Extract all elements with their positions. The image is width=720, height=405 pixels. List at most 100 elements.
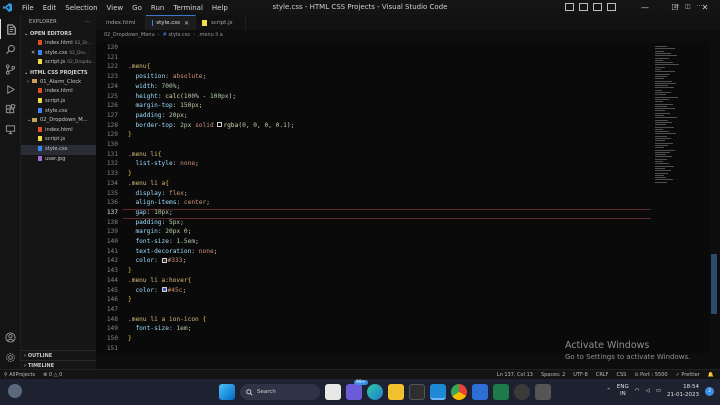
project-section[interactable]: ⌄ HTML CSS PROJECTS: [21, 68, 96, 78]
teams-chat-icon[interactable]: 99+: [346, 380, 368, 400]
tree-file[interactable]: user.jpg: [21, 155, 96, 165]
start-button-icon[interactable]: [219, 384, 235, 400]
menu-file[interactable]: File: [22, 4, 34, 12]
code-editor[interactable]: 120 121 122 .menu{123 position: absolute; 12…: [96, 42, 651, 354]
code-line[interactable]: 120: [96, 43, 651, 53]
editor-scrollbar[interactable]: [710, 42, 718, 354]
tab-style-css[interactable]: style.css ✕: [146, 15, 196, 30]
tray-chevron-icon[interactable]: ⌃: [606, 388, 611, 394]
code-line[interactable]: 126 margin-top: 150px;: [96, 101, 651, 111]
code-line[interactable]: 144 .menu li a:hover{: [96, 276, 651, 286]
code-line[interactable]: 135 display: flex;: [96, 189, 651, 199]
excel-icon[interactable]: [493, 384, 509, 400]
code-line[interactable]: 132 list-style: none;: [96, 159, 651, 169]
source-control-icon[interactable]: [0, 59, 21, 79]
code-line[interactable]: 139 margin: 20px 0;: [96, 227, 651, 237]
breadcrumb-folder[interactable]: 02_Dropdown_Menu: [104, 32, 155, 38]
task-view-icon[interactable]: [325, 384, 341, 400]
open-editor-item[interactable]: index.html 02_Dr...: [21, 39, 96, 49]
code-line[interactable]: 136 align-items: center;: [96, 198, 651, 208]
taskbar-clock[interactable]: 18:54 21-01-2023: [667, 383, 699, 399]
tree-file[interactable]: index.html: [21, 87, 96, 97]
code-line[interactable]: 121: [96, 53, 651, 63]
code-line[interactable]: 124 width: 700%;: [96, 82, 651, 92]
tab-index-html[interactable]: index.html: [96, 15, 146, 30]
chrome-icon[interactable]: [451, 384, 467, 400]
tree-file[interactable]: style.css: [21, 107, 96, 117]
menu-run[interactable]: Run: [151, 4, 164, 12]
close-editor-icon[interactable]: ✕: [31, 49, 38, 59]
code-line[interactable]: 130: [96, 140, 651, 150]
mail-icon[interactable]: [472, 384, 488, 400]
code-line[interactable]: 122 .menu{: [96, 62, 651, 72]
explorer-more-button[interactable]: ···: [85, 15, 96, 29]
remote-explorer-icon[interactable]: [0, 119, 21, 139]
menu-selection[interactable]: Selection: [65, 4, 97, 12]
pinned-app-icon[interactable]: [535, 384, 551, 400]
code-line[interactable]: 131 .menu li{: [96, 150, 651, 160]
open-editor-item[interactable]: ✕ style.css 02_Dro...: [21, 49, 96, 59]
outline-section[interactable]: › OUTLINE: [21, 350, 96, 360]
split-editor-icon[interactable]: ⇄: [674, 3, 679, 10]
minimap[interactable]: [651, 42, 709, 354]
toggle-layout-icon[interactable]: ◫: [685, 3, 691, 10]
tree-folder[interactable]: ⌄ 02_Dropdown_M...: [21, 116, 96, 126]
toggle-sidebar-icon[interactable]: [565, 3, 574, 11]
code-line[interactable]: 133}: [96, 169, 651, 179]
wifi-icon[interactable]: ◠: [635, 388, 640, 394]
tree-file[interactable]: index.html: [21, 126, 96, 136]
taskbar-search[interactable]: Search: [240, 384, 320, 400]
code-line[interactable]: 128 border-top: 2px solid rgba(0, 0, 0, …: [96, 121, 651, 131]
tab-close-icon[interactable]: ✕: [184, 20, 189, 27]
code-line[interactable]: 146}: [96, 295, 651, 305]
tree-file[interactable]: script.js: [21, 97, 96, 107]
code-line[interactable]: 148 .menu li a ion-icon {: [96, 315, 651, 325]
battery-icon[interactable]: ▭: [656, 388, 661, 394]
explorer-icon[interactable]: [0, 19, 21, 39]
more-actions-icon[interactable]: ···: [697, 3, 703, 10]
code-line[interactable]: 149 font-size: 1em;: [96, 324, 651, 334]
code-line[interactable]: 138 padding: 5px;: [96, 218, 651, 228]
customize-layout-icon[interactable]: [607, 3, 616, 11]
store-icon[interactable]: [409, 384, 425, 400]
vscode-taskbar-icon[interactable]: [430, 384, 446, 400]
toggle-panel-icon[interactable]: [579, 3, 588, 11]
clock-app-icon[interactable]: [514, 384, 530, 400]
toggle-secondary-sidebar-icon[interactable]: [593, 3, 602, 11]
breadcrumb-symbol[interactable]: .menu li a: [198, 32, 223, 38]
code-line[interactable]: 147: [96, 305, 651, 315]
code-line[interactable]: 123 position: absolute;: [96, 72, 651, 82]
code-line[interactable]: 140 font-size: 1.5em;: [96, 237, 651, 247]
volume-icon[interactable]: ◁: [646, 388, 650, 394]
menu-edit[interactable]: Edit: [43, 4, 57, 12]
open-editors-section[interactable]: ⌄ OPEN EDITORS: [21, 29, 96, 39]
extensions-icon[interactable]: [0, 99, 21, 119]
menu-help[interactable]: Help: [212, 4, 228, 12]
account-icon[interactable]: [0, 327, 21, 347]
minimize-button[interactable]: —: [630, 0, 660, 15]
run-debug-icon[interactable]: [0, 79, 21, 99]
code-line[interactable]: 145 color: #45c;: [96, 286, 651, 296]
code-line[interactable]: 125 height: calc(100% - 100px);: [96, 92, 651, 102]
code-line[interactable]: 142 color: #333;: [96, 256, 651, 266]
settings-gear-icon[interactable]: [0, 347, 21, 367]
color-swatch-icon[interactable]: [161, 257, 167, 263]
weather-widget-icon[interactable]: [8, 384, 22, 398]
language-indicator[interactable]: ENG IN: [617, 384, 629, 398]
color-swatch-icon[interactable]: [217, 122, 223, 128]
menu-view[interactable]: View: [107, 4, 124, 12]
code-line[interactable]: 137 gap: 10px;: [96, 208, 651, 218]
tree-file[interactable]: style.css: [21, 144, 96, 155]
file-explorer-icon[interactable]: [388, 384, 404, 400]
code-line[interactable]: 134 .menu li a{: [96, 179, 651, 189]
code-line[interactable]: 127 padding: 20px;: [96, 111, 651, 121]
search-icon[interactable]: [0, 39, 21, 59]
menu-go[interactable]: Go: [132, 4, 142, 12]
color-swatch-icon[interactable]: [161, 287, 167, 292]
scrollbar-thumb[interactable]: [711, 254, 717, 314]
breadcrumb-file[interactable]: style.css: [168, 32, 190, 38]
tree-file[interactable]: script.js: [21, 135, 96, 145]
open-editor-item[interactable]: script.js 02_Dropdo...: [21, 58, 96, 68]
tree-folder[interactable]: › 01_Alarm_Clock: [21, 78, 96, 88]
menu-terminal[interactable]: Terminal: [173, 4, 203, 12]
